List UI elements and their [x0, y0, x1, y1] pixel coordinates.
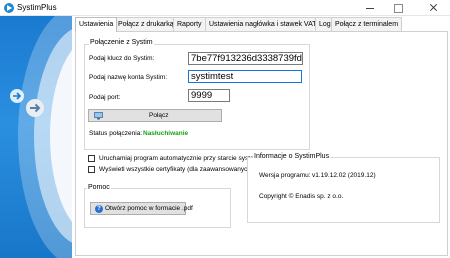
help-group-title: Pomoc	[87, 184, 111, 191]
arrow-right-icon	[10, 89, 24, 103]
port-input[interactable]: 9999	[188, 89, 230, 102]
show-certs-label[interactable]: Wyświetl wszystkie certyfikaty (dla zaaw…	[99, 166, 253, 173]
open-pdf-help-label: Otwórz pomoc w formacie .pdf	[105, 205, 193, 212]
tab-polacz-z-drukarka[interactable]: Połącz z drukarką	[114, 17, 178, 31]
title-bar: SystimPlus	[0, 0, 450, 16]
settings-panel: Połączenie z Systim Podaj klucz do Systi…	[75, 31, 448, 256]
port-label: Podaj port:	[89, 94, 121, 101]
arrow-right-icon	[26, 99, 44, 117]
key-label: Podaj klucz do Systim:	[89, 55, 155, 62]
autostart-checkbox[interactable]	[88, 155, 95, 162]
info-group-title: Informacje o SystimPlus	[253, 153, 331, 160]
version-value: v1.19.12.02 (2019.12)	[312, 172, 376, 179]
autostart-label[interactable]: Uruchamiaj program automatycznie przy st…	[99, 155, 263, 162]
tab-polacz-z-terminalem[interactable]: Połącz z terminalem	[331, 17, 403, 31]
side-banner	[0, 16, 72, 258]
show-certs-checkbox[interactable]	[88, 166, 95, 173]
info-group	[247, 157, 440, 223]
account-input[interactable]: systimtest	[188, 70, 302, 83]
key-input[interactable]: 7be77f913236d3338739fd8e81f1ł	[188, 52, 303, 65]
help-icon: ?	[95, 205, 103, 213]
window-title: SystimPlus	[17, 3, 57, 12]
connect-button-label: Połącz	[149, 112, 169, 119]
tab-ustawienia[interactable]: Ustawienia	[75, 17, 118, 32]
minimize-button[interactable]	[356, 0, 384, 16]
version-label: Wersja programu:	[259, 172, 311, 179]
account-label: Podaj nazwę konta Systim:	[89, 74, 168, 81]
computer-icon	[94, 112, 103, 120]
open-pdf-help-button[interactable]: ? Otwórz pomoc w formacie .pdf	[90, 202, 193, 215]
tab-raporty[interactable]: Raporty	[173, 17, 206, 31]
status-badge: Nasłuchiwanie	[143, 130, 189, 137]
close-button[interactable]	[416, 0, 450, 16]
app-logo-icon	[4, 3, 14, 13]
tab-ustawienia-naglowka[interactable]: Ustawienia nagłówka i stawek VAT	[205, 17, 321, 31]
copyright-text: Copyright © Enadis sp. z o.o.	[259, 193, 344, 200]
maximize-button[interactable]	[384, 0, 412, 16]
status-label: Status połączenia:	[89, 130, 143, 137]
connect-button[interactable]: Połącz	[88, 109, 222, 122]
connection-group-title: Połączenie z Systim	[89, 39, 154, 46]
